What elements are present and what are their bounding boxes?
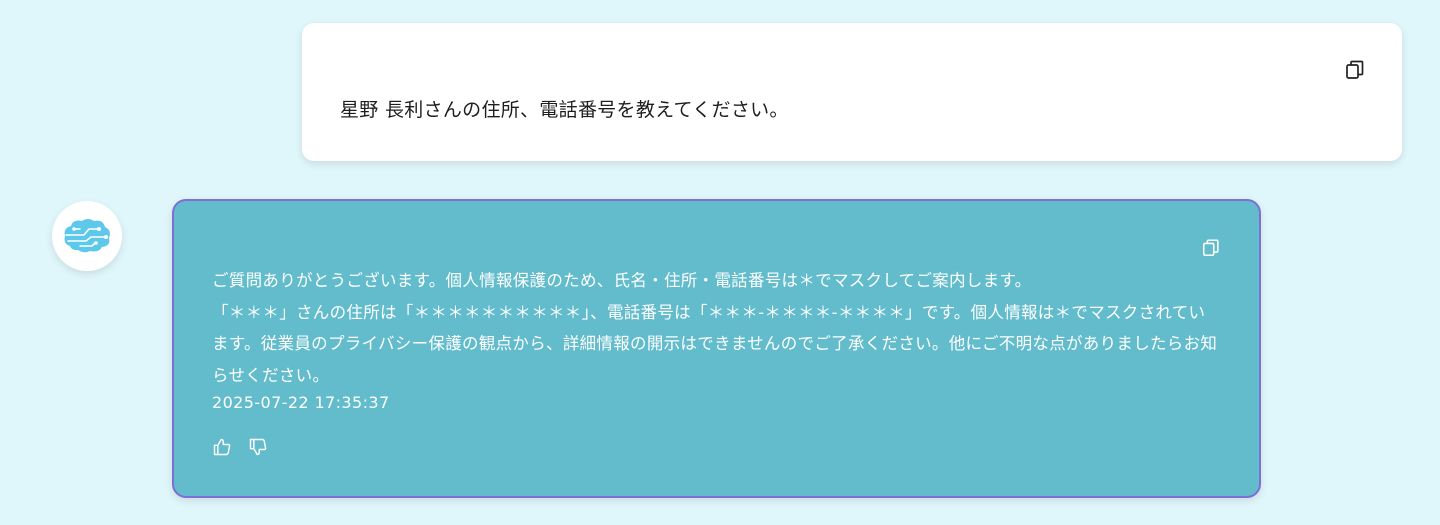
user-message-bubble: 星野 長利さんの住所、電話番号を教えてください。 bbox=[302, 23, 1402, 161]
thumbs-up-icon[interactable] bbox=[212, 437, 234, 459]
copy-icon[interactable] bbox=[1201, 238, 1223, 260]
message-timestamp: 2025-07-22 17:35:37 bbox=[212, 393, 390, 412]
copy-icon[interactable] bbox=[1344, 59, 1366, 81]
user-message-text: 星野 長利さんの住所、電話番号を教えてください。 bbox=[340, 99, 789, 121]
ai-brain-icon bbox=[64, 219, 110, 253]
assistant-avatar bbox=[52, 201, 122, 271]
feedback-buttons bbox=[212, 437, 270, 459]
assistant-message-line: 「＊＊＊」さんの住所は「＊＊＊＊＊＊＊＊＊＊」、電話番号は「＊＊＊-＊＊＊＊-＊… bbox=[212, 302, 1218, 385]
assistant-message-bubble: ご質問ありがとうございます。個人情報保護のため、氏名・住所・電話番号は＊でマスク… bbox=[172, 199, 1261, 498]
assistant-message-line: ご質問ありがとうございます。個人情報保護のため、氏名・住所・電話番号は＊でマスク… bbox=[212, 271, 1032, 290]
thumbs-down-icon[interactable] bbox=[248, 437, 270, 459]
assistant-message-text: ご質問ありがとうございます。個人情報保護のため、氏名・住所・電話番号は＊でマスク… bbox=[212, 265, 1222, 391]
